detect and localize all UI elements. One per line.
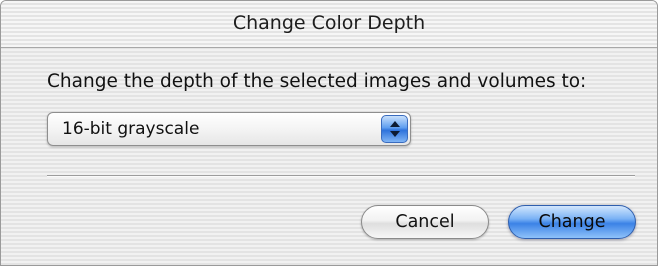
- color-depth-popup-value: 16-bit grayscale: [62, 119, 200, 139]
- change-color-depth-dialog: Change Color Depth Change the depth of t…: [0, 0, 658, 266]
- change-button[interactable]: Change: [508, 205, 636, 239]
- window-title: Change Color Depth: [1, 1, 657, 48]
- up-down-arrows-icon[interactable]: [381, 115, 408, 143]
- color-depth-popup[interactable]: 16-bit grayscale: [47, 112, 411, 146]
- depth-prompt: Change the depth of the selected images …: [47, 71, 587, 92]
- separator: [47, 175, 635, 177]
- cancel-button[interactable]: Cancel: [361, 205, 489, 239]
